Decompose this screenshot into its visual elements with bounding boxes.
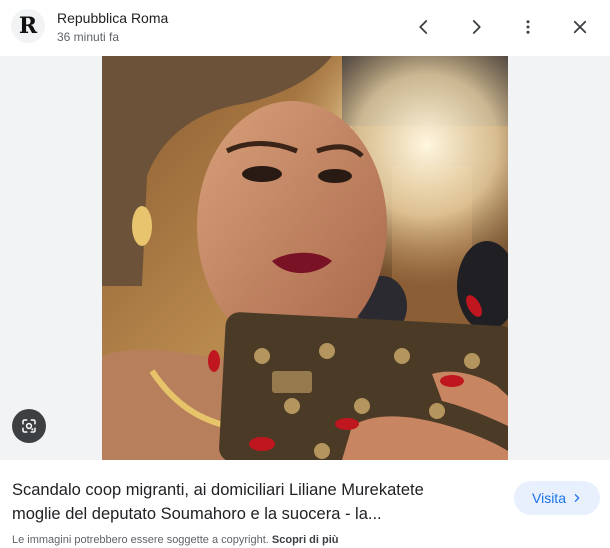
chevron-right-icon bbox=[472, 20, 481, 34]
publisher-name[interactable]: Repubblica Roma bbox=[57, 10, 168, 26]
headline-line-1: Scandalo coop migranti, ai domiciliari L… bbox=[12, 481, 424, 499]
article-headline[interactable]: Scandalo coop migranti, ai domiciliari L… bbox=[12, 478, 492, 526]
google-lens-icon bbox=[22, 419, 36, 433]
publisher-logo[interactable]: R bbox=[11, 9, 45, 43]
visit-button[interactable]: Visita bbox=[514, 481, 600, 515]
publish-time: 36 minuti fa bbox=[57, 30, 120, 44]
headline-line-2: moglie del deputato Soumahoro e la suoce… bbox=[12, 505, 382, 523]
image-preview-area bbox=[0, 56, 610, 460]
close-button[interactable] bbox=[567, 14, 593, 40]
chevron-right-icon bbox=[574, 494, 580, 502]
learn-more-link[interactable]: Scopri di più bbox=[272, 534, 339, 546]
article-photo[interactable] bbox=[102, 56, 508, 460]
close-icon bbox=[573, 20, 587, 34]
previous-button[interactable] bbox=[411, 14, 437, 40]
chevron-left-icon bbox=[419, 20, 428, 34]
photo-illustration bbox=[102, 56, 508, 460]
visit-button-label: Visita bbox=[532, 490, 566, 506]
copyright-text: Le immagini potrebbero essere soggette a… bbox=[12, 534, 269, 546]
next-button[interactable] bbox=[463, 14, 489, 40]
google-lens-button[interactable] bbox=[12, 409, 46, 443]
viewer-header: R Repubblica Roma 36 minuti fa bbox=[0, 0, 610, 56]
copyright-notice: Le immagini potrebbero essere soggette a… bbox=[12, 534, 339, 546]
more-options-button[interactable] bbox=[515, 14, 541, 40]
more-vert-icon bbox=[526, 20, 530, 34]
